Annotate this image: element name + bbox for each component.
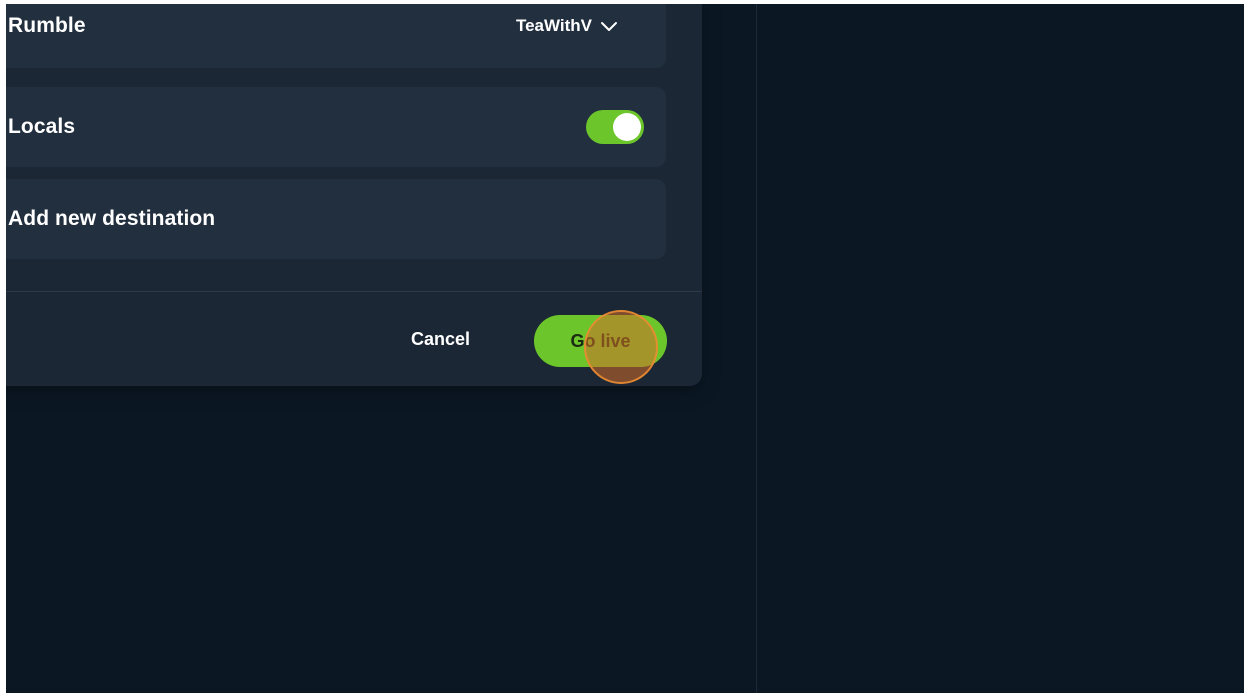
app-screen: Rumble TeaWithV Locals Add new destinati… [6,4,1244,693]
chevron-down-icon [600,20,618,32]
destination-label: Rumble [8,14,86,37]
destination-row-rumble: Rumble TeaWithV [6,4,666,68]
footer-divider [6,291,702,292]
panel-divider [756,4,757,693]
destination-label: Locals [8,115,76,138]
locals-toggle[interactable] [586,110,644,144]
account-name: TeaWithV [515,16,592,35]
cancel-button[interactable]: Cancel [411,329,470,350]
account-dropdown[interactable]: TeaWithV [516,16,618,36]
go-live-label: Go live [570,330,631,351]
go-live-button[interactable]: Go live [534,315,667,367]
toggle-knob [613,113,641,141]
add-destination-label: Add new destination [8,207,216,230]
go-live-modal: Rumble TeaWithV Locals Add new destinati… [6,4,702,386]
destination-row-locals: Locals [6,87,666,167]
add-destination-row[interactable]: Add new destination [6,179,666,259]
